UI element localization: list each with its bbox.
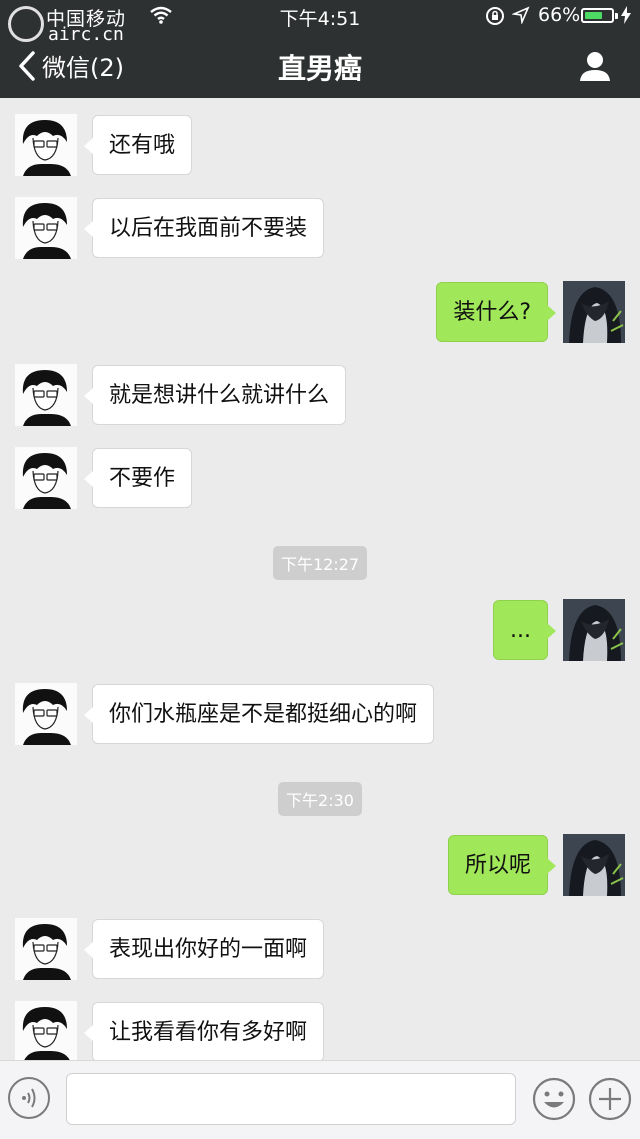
contact-avatar[interactable] [15,114,77,176]
message-bubble[interactable]: 所以呢 [447,835,557,895]
received-message: 还有哦 [15,114,193,176]
contact-avatar[interactable] [15,197,77,259]
contact-avatar[interactable] [15,364,77,426]
message-bubble[interactable]: 装什么? [436,282,556,342]
contact-avatar[interactable] [15,447,77,509]
received-message: 就是想讲什么就讲什么 [15,364,347,426]
received-message: 你们水瓶座是不是都挺细心的啊 [15,683,435,745]
timestamp-label: 下午2:30 [278,782,362,816]
user-avatar[interactable] [563,281,625,343]
user-avatar[interactable] [563,834,625,896]
message-bubble[interactable]: 表现出你好的一面啊 [83,919,325,979]
battery-level [585,12,602,19]
battery-percent: 66% [538,4,581,26]
sent-message: ... [493,599,625,661]
message-bubble[interactable]: 不要作 [83,448,193,508]
charging-bolt-icon [621,6,631,24]
chat-title: 直男癌 [277,52,362,85]
message-input[interactable] [66,1073,516,1125]
sent-message: 所以呢 [447,834,625,896]
battery-tip [615,13,618,19]
emoji-icon[interactable] [532,1077,576,1121]
timestamp: 下午2:30 [0,782,640,816]
message-bubble[interactable]: 就是想讲什么就讲什么 [83,365,347,425]
timestamp-label: 下午12:27 [272,546,368,580]
voice-icon [22,1088,36,1108]
user-avatar[interactable] [563,599,625,661]
received-message: 以后在我面前不要装 [15,197,325,259]
plus-icon[interactable] [588,1077,632,1121]
message-bubble[interactable]: 你们水瓶座是不是都挺细心的啊 [83,684,435,744]
voice-button[interactable] [8,1077,50,1119]
message-bubble[interactable]: ... [493,600,556,660]
message-bubble[interactable]: 还有哦 [83,115,193,175]
received-message: 不要作 [15,447,193,509]
input-bar [0,1060,640,1139]
status-bar: 中国移动 airc.cn 下午4:51 66% [0,0,640,45]
nav-header: 中国移动 airc.cn 下午4:51 66% 微信(2) 直男癌 [0,0,640,98]
sent-message: 装什么? [436,281,625,343]
received-message: 让我看看你有多好啊 [15,1001,325,1063]
message-bubble[interactable]: 以后在我面前不要装 [83,198,325,258]
rotation-lock-icon [486,7,504,25]
contact-avatar[interactable] [15,683,77,745]
battery-icon [581,8,614,23]
received-message: 表现出你好的一面啊 [15,918,325,980]
person-icon[interactable] [578,50,612,82]
contact-avatar[interactable] [15,1001,77,1063]
timestamp: 下午12:27 [0,546,640,580]
contact-avatar[interactable] [15,918,77,980]
location-icon [512,6,530,24]
message-bubble[interactable]: 让我看看你有多好啊 [83,1002,325,1062]
